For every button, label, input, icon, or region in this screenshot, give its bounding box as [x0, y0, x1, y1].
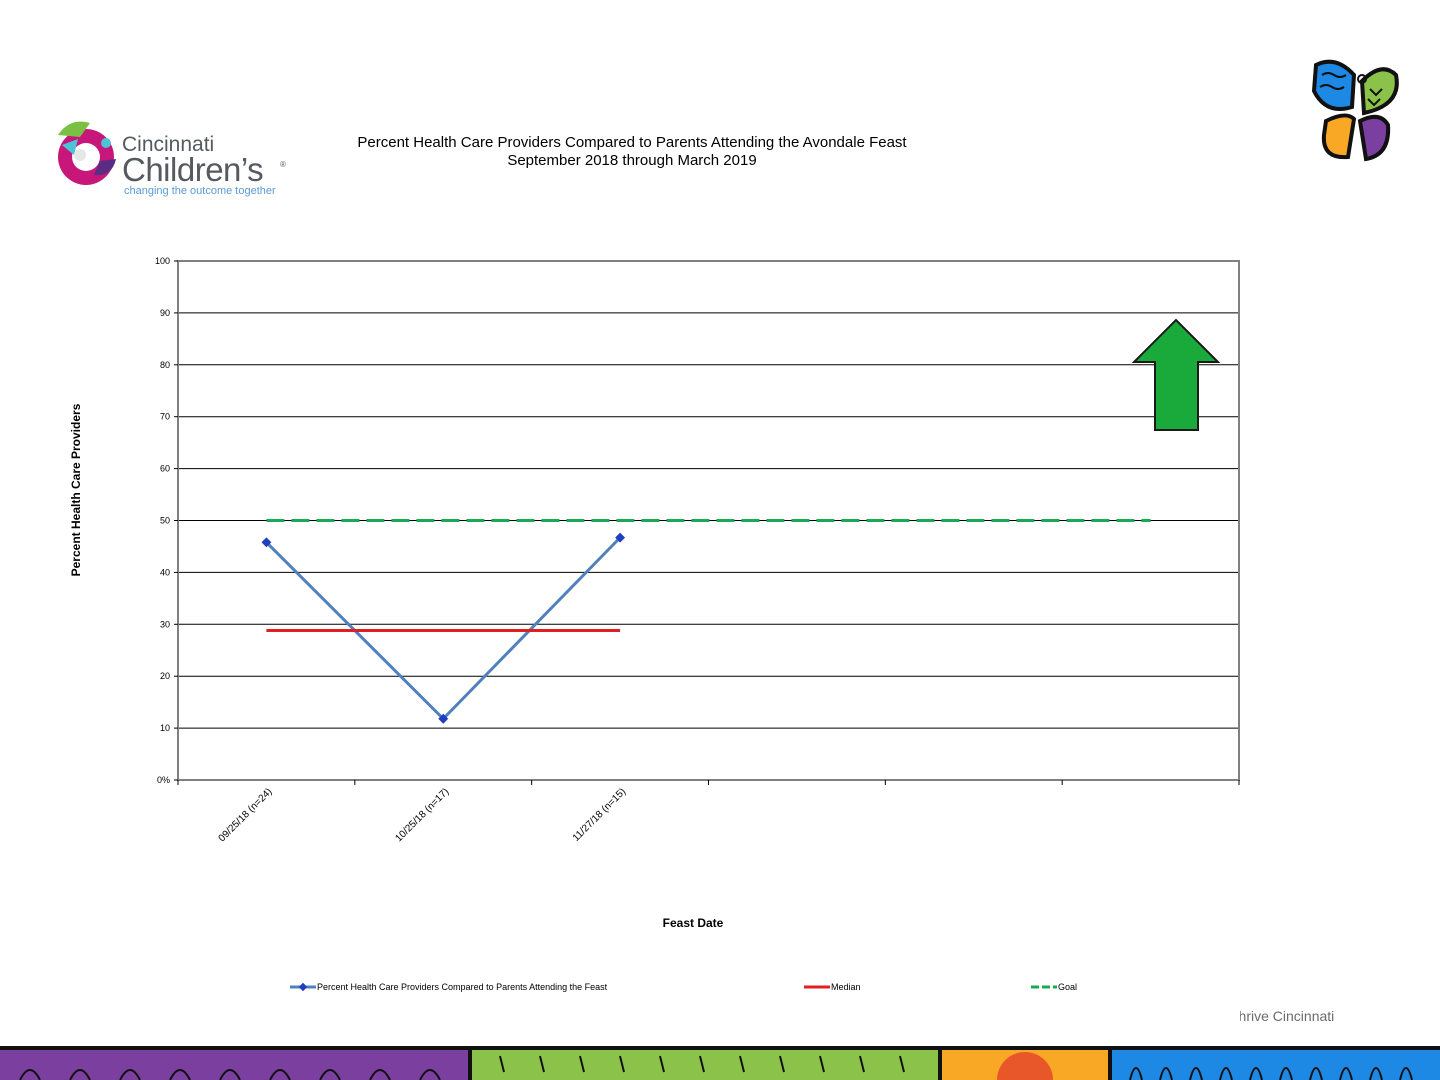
legend-label: Goal — [1058, 982, 1077, 992]
y-tick-label: 50 — [160, 516, 170, 526]
footer-text: Thrive Cincinnati — [1240, 1008, 1335, 1024]
series-line — [265, 536, 622, 721]
chart: 0% 10 20 30 40 50 60 70 80 90 100 09/25/18 (n=24) 1… — [69, 256, 1240, 992]
x-axis-label: Feast Date — [663, 916, 724, 930]
y-tick-label: 40 — [160, 567, 170, 577]
legend-label: Percent Health Care Providers Compared t… — [317, 982, 608, 992]
y-tick-label: 0% — [157, 775, 170, 785]
x-tick-label: 11/27/18 (n=15) — [571, 786, 628, 843]
y-tick-label: 60 — [160, 464, 170, 474]
x-tick-label: 09/25/18 (n=24) — [217, 786, 275, 844]
chart-legend: Percent Health Care Providers Compared t… — [290, 982, 1077, 992]
y-axis-label: Percent Health Care Providers — [69, 403, 83, 576]
decorative-bottom-band — [0, 1046, 1440, 1080]
y-tick-label: 30 — [160, 619, 170, 629]
chart-series — [261, 519, 1151, 724]
y-axis-ticks: 0% 10 20 30 40 50 60 70 80 90 100 — [155, 256, 178, 785]
y-tick-label: 10 — [160, 723, 170, 733]
x-axis-ticks: 09/25/18 (n=24) 10/25/18 (n=17) 11/27/18 (… — [177, 780, 1240, 844]
up-arrow-icon — [1131, 318, 1221, 431]
x-tick-label: 10/25/18 (n=17) — [393, 786, 451, 844]
y-tick-label: 90 — [160, 308, 170, 318]
y-tick-label: 70 — [160, 412, 170, 422]
legend-label: Median — [831, 982, 861, 992]
y-tick-label: 20 — [160, 671, 170, 681]
legend-marker — [298, 982, 308, 992]
y-tick-label: 80 — [160, 360, 170, 370]
y-tick-label: 100 — [155, 256, 170, 266]
